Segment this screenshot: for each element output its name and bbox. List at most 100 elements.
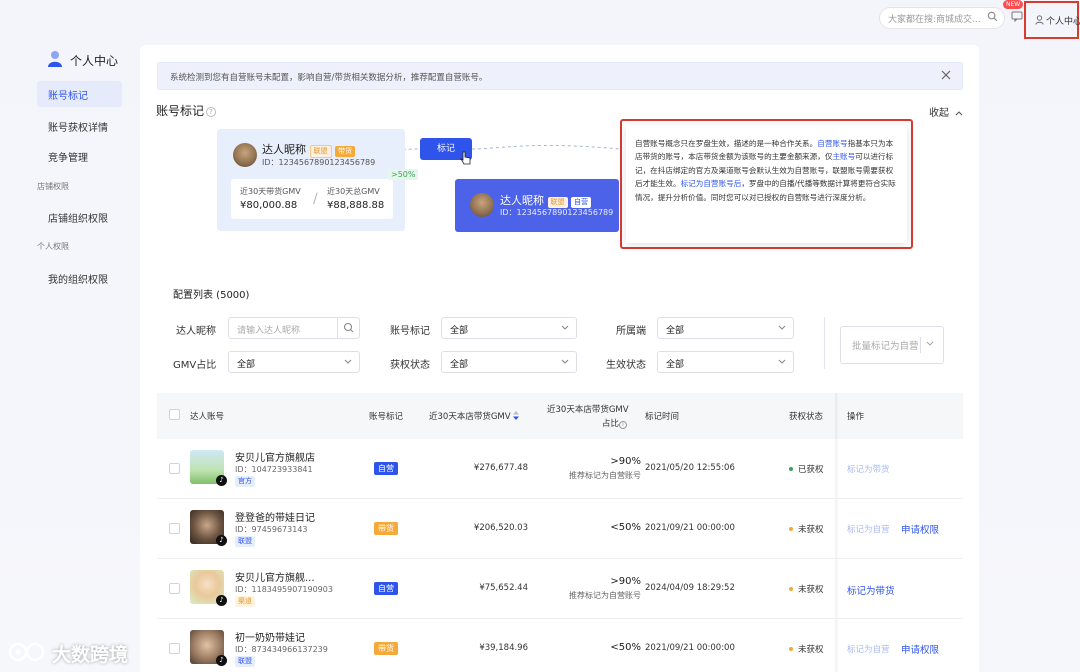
- search-icon: [343, 322, 354, 333]
- mark-time: 2024/04/09 18:29:52: [645, 583, 735, 593]
- table-header: 达人账号 账号标记 近30天本店带货GMV 近30天本店带货GMV 占比 i 标记…: [157, 393, 963, 439]
- apply-permission-link[interactable]: 申请权限: [901, 642, 939, 656]
- col-ratio-label: 占比: [602, 419, 620, 429]
- account-id: ID：97459673143: [235, 525, 308, 534]
- brand-logo-icon: [8, 642, 45, 662]
- account-id: ID：873434966137239: [235, 645, 328, 654]
- belong-filter-select[interactable]: 全部: [657, 317, 794, 339]
- mark-as-promo-link[interactable]: 标记为带货: [847, 583, 895, 597]
- row-checkbox[interactable]: [169, 583, 180, 594]
- demo-id: ID：1234567890123456789: [262, 158, 376, 167]
- account-name: 登登爸的带娃日记: [235, 513, 315, 524]
- search-button[interactable]: [337, 318, 359, 338]
- table-row: ♪ 初一奶奶带娃记 ID：873434966137239 联盟 带货 ¥39,1…: [157, 619, 963, 672]
- tooltip-highlight: 自营账号: [817, 139, 848, 148]
- channel-tag: 官方: [235, 476, 255, 487]
- brand-text: 大数跨境: [52, 644, 129, 666]
- douyin-icon: ♪: [216, 595, 227, 606]
- mark-filter-select[interactable]: 全部: [441, 317, 577, 339]
- belong-filter-value: 全部: [666, 326, 685, 336]
- sidebar-item-account-mark[interactable]: 账号标记: [37, 81, 122, 107]
- row-checkbox[interactable]: [169, 523, 180, 534]
- filter-divider: [824, 317, 825, 369]
- auth-filter-value: 全部: [450, 360, 469, 370]
- chevron-down-icon: [926, 341, 934, 346]
- auth-filter-label: 获权状态: [390, 360, 430, 371]
- mark-as-self-link[interactable]: 标记为自营: [847, 643, 890, 655]
- account-id: ID：104723933841: [235, 465, 313, 474]
- gmv-filter-value: 全部: [237, 360, 256, 370]
- sidebar-group-shop: 店铺权限: [37, 182, 69, 191]
- message-icon[interactable]: [1011, 10, 1023, 22]
- auth-status-text: 未获权: [798, 585, 824, 595]
- status-dot: [789, 587, 793, 591]
- pointer-cursor-icon: [460, 151, 471, 165]
- auth-filter-select[interactable]: 全部: [441, 351, 577, 373]
- ratio-value: >90%: [610, 456, 641, 467]
- avatar: [233, 143, 257, 167]
- mark-time: 2021/05/20 12:55:06: [645, 463, 735, 473]
- chevron-down-icon: [778, 325, 786, 330]
- nickname-placeholder: 请输入达人昵称: [237, 326, 301, 336]
- col-ratio-line2: 占比 i: [602, 417, 628, 429]
- gmv-value: ¥39,184.96: [479, 643, 528, 653]
- user-center-label: 个人中心: [1046, 17, 1080, 27]
- sidebar-item-competition[interactable]: 竞争管理: [37, 143, 122, 169]
- col-op: 操作: [847, 412, 865, 422]
- global-search-input[interactable]: 大家都在搜:商城成交...: [879, 7, 1005, 29]
- effect-filter-value: 全部: [666, 360, 685, 370]
- chevron-down-icon: [778, 359, 786, 364]
- table-row: ♪ 登登爸的带娃日记 ID：97459673143 联盟 带货 ¥206,520…: [157, 499, 963, 559]
- mark-tag: 自营: [374, 462, 398, 475]
- info-icon[interactable]: i: [619, 421, 628, 429]
- col-gmv[interactable]: 近30天本店带货GMV: [429, 410, 520, 422]
- batch-mark-self-button[interactable]: 批量标记为自营: [840, 326, 944, 364]
- nickname-search-input[interactable]: 请输入达人昵称: [228, 317, 360, 339]
- col-gmv-label: 近30天本店带货GMV: [429, 412, 511, 422]
- row-checkbox[interactable]: [169, 643, 180, 654]
- user-icon: [1035, 15, 1044, 25]
- sidebar-item-account-auth-detail[interactable]: 账号获权详情: [37, 113, 122, 139]
- auth-status-text: 已获权: [798, 465, 824, 475]
- demo-source-card: 达人昵称 联盟 带货 ID：1234567890123456789 近30天带货…: [217, 129, 405, 231]
- effect-filter-label: 生效状态: [606, 360, 646, 371]
- douyin-icon: ♪: [216, 655, 227, 666]
- auth-status-text: 未获权: [798, 525, 824, 535]
- mark-as-self-link[interactable]: 标记为自营: [847, 523, 890, 535]
- ratio-value: <50%: [610, 642, 641, 653]
- explanation-tooltip-highlight: 自营账号概念只在罗盘生效，描述的是一种合作关系。自营账号指基本只为本店带货的账号…: [620, 119, 913, 249]
- user-center-button[interactable]: 个人中心: [1024, 1, 1080, 39]
- mark-filter-label: 账号标记: [390, 326, 430, 337]
- account-id: ID：1183495907190903: [235, 585, 333, 594]
- total-gmv-value: ¥88,888.88: [327, 200, 385, 211]
- mark-tag: 带货: [374, 642, 398, 655]
- status-dot: [789, 467, 793, 471]
- effect-filter-select[interactable]: 全部: [657, 351, 794, 373]
- gmv-filter-label: GMV占比: [173, 360, 217, 371]
- mark-as-promo-link[interactable]: 标记为带货: [847, 463, 890, 475]
- sidebar-item-my-org-permission[interactable]: 我的组织权限: [37, 265, 122, 291]
- row-checkbox[interactable]: [169, 463, 180, 474]
- apply-permission-link[interactable]: 申请权限: [901, 522, 939, 536]
- col-auth: 获权状态: [789, 412, 824, 422]
- sidebar-item-shop-org-permission[interactable]: 店铺组织权限: [37, 204, 122, 230]
- gmv30-value: ¥80,000.88: [240, 200, 298, 211]
- col-time: 标记时间: [645, 412, 680, 422]
- sort-icon[interactable]: [513, 411, 520, 420]
- avatar: [470, 193, 494, 217]
- auth-status: 已获权: [789, 463, 824, 475]
- gmv-filter-select[interactable]: 全部: [228, 351, 360, 373]
- mark-time: 2021/09/21 00:00:00: [645, 643, 735, 653]
- status-dot: [789, 527, 793, 531]
- douyin-icon: ♪: [216, 475, 227, 486]
- new-badge: NEW: [1003, 0, 1024, 9]
- gmv-value: ¥276,677.48: [473, 463, 528, 473]
- sidebar-title: 个人中心: [70, 54, 119, 68]
- batch-mark-label: 批量标记为自营: [852, 341, 919, 352]
- nickname-filter-label: 达人昵称: [176, 326, 216, 337]
- select-all-checkbox[interactable]: [169, 409, 180, 420]
- gmv30-label: 近30天带货GMV: [240, 187, 301, 196]
- auth-status: 未获权: [789, 643, 824, 655]
- search-icon[interactable]: [987, 11, 998, 22]
- sidebar-group-personal: 个人权限: [37, 242, 69, 251]
